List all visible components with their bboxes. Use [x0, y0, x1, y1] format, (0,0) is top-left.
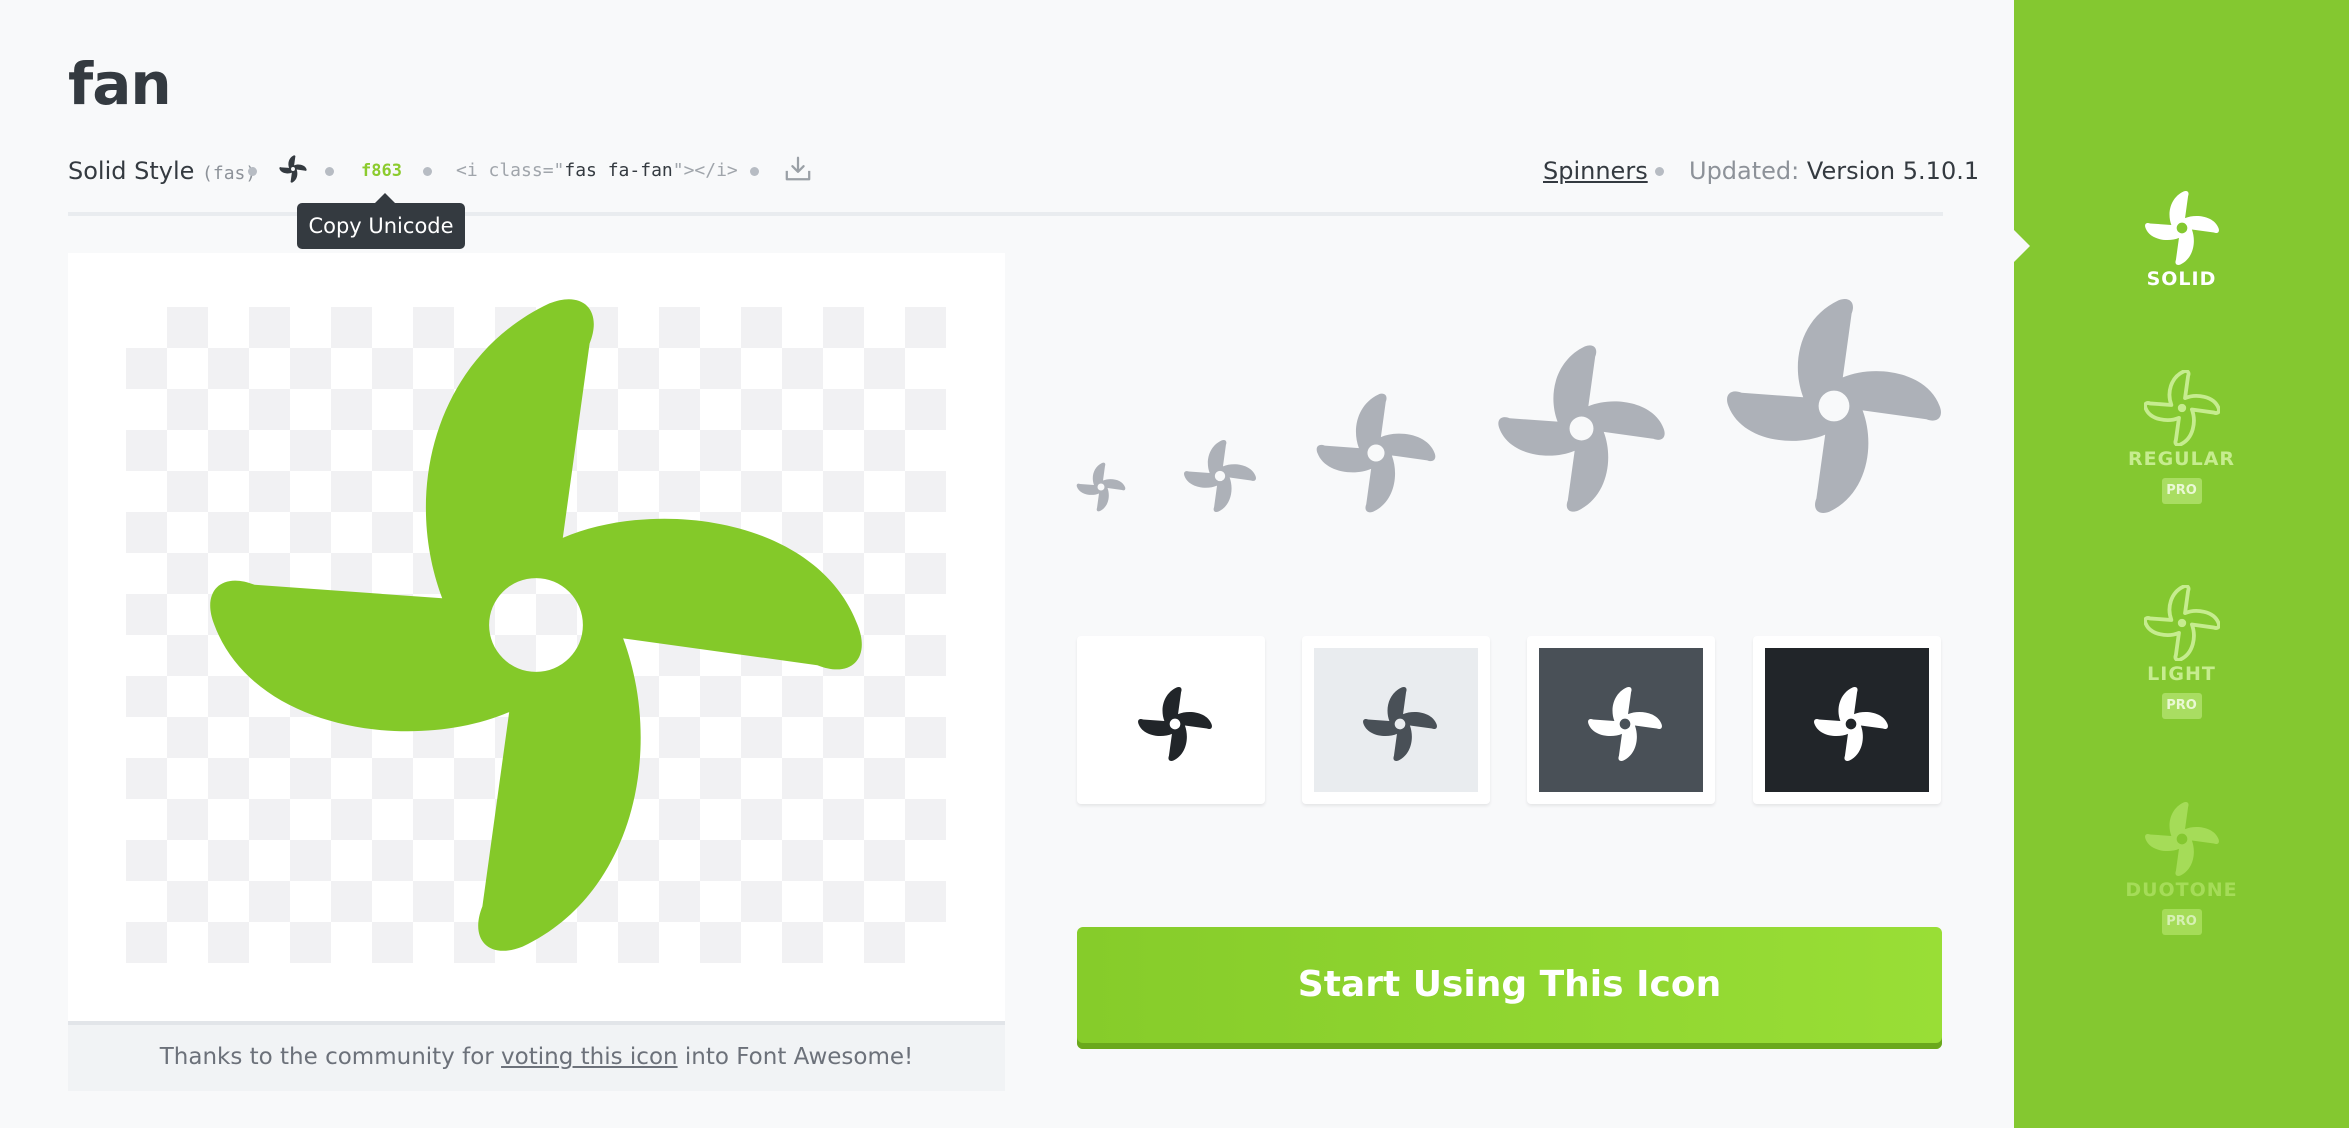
- fan-icon: [1183, 439, 1257, 513]
- icon-meta-bar: Solid Style (fas) f863 <i class="fas fa-…: [68, 151, 1979, 194]
- voting-link[interactable]: voting this icon: [501, 1044, 678, 1070]
- version-value: Version 5.10.1: [1806, 157, 1980, 185]
- swatch-dark[interactable]: [1753, 636, 1941, 804]
- fan-icon: [1587, 686, 1663, 762]
- meta-separator: [1655, 167, 1664, 176]
- pro-badge: PRO: [2161, 478, 2202, 504]
- style-label: Solid Style: [68, 157, 195, 185]
- fan-icon: [2144, 190, 2220, 266]
- community-text-after: into Font Awesome!: [677, 1044, 914, 1070]
- fan-icon: [2144, 801, 2220, 877]
- style-option-regular[interactable]: REGULAR PRO: [2014, 370, 2349, 504]
- community-note: Thanks to the community for voting this …: [68, 1021, 1005, 1091]
- fan-icon: [1076, 462, 1126, 512]
- category-link[interactable]: Spinners: [1543, 151, 1648, 191]
- fan-icon: [1315, 392, 1437, 514]
- active-style-pointer: [2014, 230, 2030, 262]
- copy-glyph-button[interactable]: [279, 155, 309, 185]
- style-option-duotone[interactable]: DUOTONE PRO: [2014, 801, 2349, 935]
- swatch-gray[interactable]: [1527, 636, 1715, 804]
- swatch-white[interactable]: [1077, 636, 1265, 804]
- style-option-light[interactable]: LIGHT PRO: [2014, 585, 2349, 719]
- html-open: <i class=": [456, 160, 565, 181]
- download-icon: [785, 156, 811, 181]
- style-option-label: SOLID: [2146, 268, 2217, 290]
- meta-separator: [248, 167, 257, 176]
- fan-icon: [2144, 585, 2220, 661]
- updated-label: Updated:: [1689, 157, 1800, 185]
- fan-icon: [1496, 343, 1667, 514]
- style-sidebar: SOLID REGULAR PRO LIGHT PRO DUOTONE PRO: [2014, 0, 2349, 1128]
- style-name: Solid Style (fas): [68, 151, 256, 194]
- fan-icon: [1813, 686, 1889, 762]
- icon-preview-card: [68, 253, 1005, 1021]
- style-option-label: REGULAR: [2127, 448, 2236, 470]
- fan-icon: [2144, 370, 2220, 446]
- swatch-light[interactable]: [1302, 636, 1490, 804]
- meta-separator: [750, 167, 759, 176]
- html-close: "></i>: [672, 160, 738, 181]
- meta-separator: [325, 167, 334, 176]
- meta-separator: [423, 167, 432, 176]
- category-label[interactable]: Spinners: [1543, 157, 1648, 185]
- icon-title: fan: [68, 50, 172, 118]
- html-class: fas fa-fan: [564, 160, 673, 181]
- copy-unicode-tooltip: Copy Unicode: [297, 193, 465, 249]
- fan-icon: [201, 290, 871, 960]
- fan-icon: [1724, 296, 1944, 516]
- fan-icon: [1137, 686, 1213, 762]
- pro-badge: PRO: [2161, 909, 2202, 935]
- fan-icon: [1362, 686, 1438, 762]
- pro-badge: PRO: [2161, 693, 2202, 719]
- community-text-before: Thanks to the community for: [159, 1044, 502, 1070]
- style-option-solid[interactable]: SOLID: [2014, 190, 2349, 290]
- fan-icon: [279, 155, 307, 183]
- html-snippet[interactable]: <i class="fas fa-fan"></i>: [456, 151, 738, 191]
- version-info: Updated: Version 5.10.1: [1689, 151, 1979, 191]
- download-button[interactable]: [784, 155, 814, 185]
- style-option-label: LIGHT: [2147, 663, 2216, 685]
- style-option-label: DUOTONE: [2125, 879, 2238, 901]
- unicode-value[interactable]: f863: [361, 151, 402, 191]
- icon-detail-main: fan Solid Style (fas) f863 <i class="fas…: [0, 0, 2014, 1128]
- start-using-button[interactable]: Start Using This Icon: [1077, 927, 1942, 1049]
